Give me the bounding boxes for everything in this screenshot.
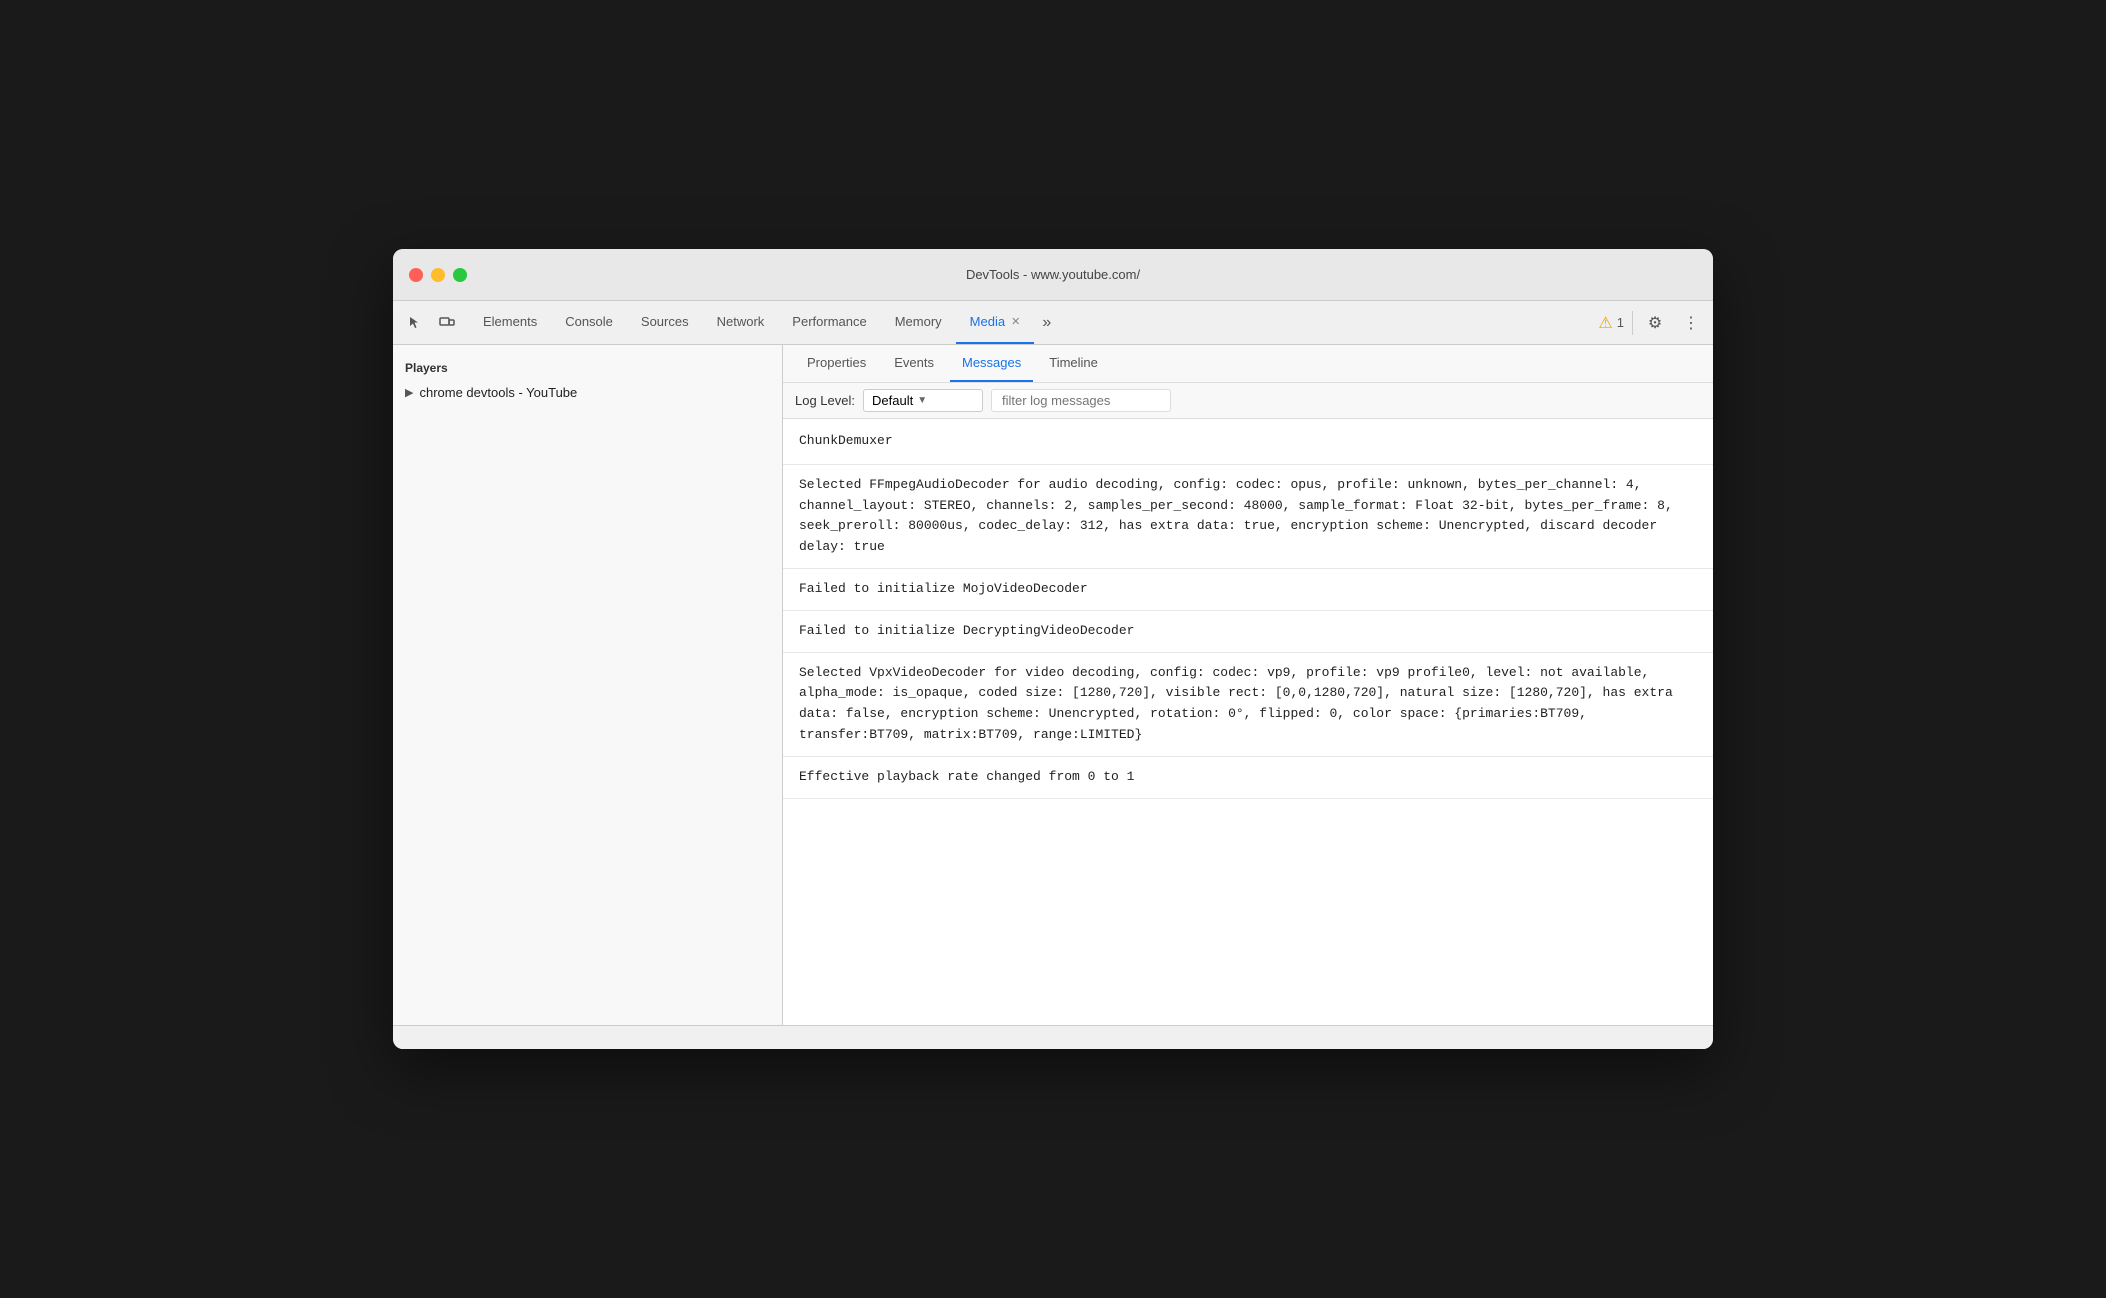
separator bbox=[1632, 311, 1633, 335]
tab-overflow-button[interactable]: » bbox=[1034, 314, 1059, 332]
message-row: Selected FFmpegAudioDecoder for audio de… bbox=[783, 465, 1713, 569]
device-toggle-icon[interactable] bbox=[433, 309, 461, 337]
minimize-button[interactable] bbox=[431, 268, 445, 282]
sub-tab-messages[interactable]: Messages bbox=[950, 345, 1033, 382]
log-level-select[interactable]: Default ▼ bbox=[863, 389, 983, 412]
sidebar: Players ▶ chrome devtools - YouTube bbox=[393, 345, 783, 1025]
filter-input[interactable] bbox=[991, 389, 1171, 412]
message-row: Failed to initialize DecryptingVideoDeco… bbox=[783, 611, 1713, 653]
tab-performance[interactable]: Performance bbox=[778, 301, 880, 344]
sub-tab-properties[interactable]: Properties bbox=[795, 345, 878, 382]
message-row: Selected VpxVideoDecoder for video decod… bbox=[783, 653, 1713, 757]
log-level-value: Default bbox=[872, 393, 913, 408]
message-row: ChunkDemuxer bbox=[783, 419, 1713, 465]
title-bar: DevTools - www.youtube.com/ bbox=[393, 249, 1713, 301]
main-content: Players ▶ chrome devtools - YouTube Prop… bbox=[393, 345, 1713, 1025]
sub-tab-bar: Properties Events Messages Timeline bbox=[783, 345, 1713, 383]
toolbar-right: ⚠ 1 ⚙ ⋮ bbox=[1598, 309, 1705, 337]
message-row: Effective playback rate changed from 0 t… bbox=[783, 757, 1713, 799]
traffic-lights bbox=[409, 268, 467, 282]
settings-button[interactable]: ⚙ bbox=[1641, 309, 1669, 337]
sidebar-arrow-icon: ▶ bbox=[405, 386, 413, 399]
dropdown-arrow-icon: ▼ bbox=[917, 395, 927, 406]
tab-icons bbox=[401, 309, 461, 337]
messages-list: ChunkDemuxer Selected FFmpegAudioDecoder… bbox=[783, 419, 1713, 1025]
more-button[interactable]: ⋮ bbox=[1677, 309, 1705, 337]
tab-network[interactable]: Network bbox=[703, 301, 779, 344]
tab-memory[interactable]: Memory bbox=[881, 301, 956, 344]
status-bar bbox=[393, 1025, 1713, 1049]
maximize-button[interactable] bbox=[453, 268, 467, 282]
sidebar-title: Players bbox=[393, 353, 782, 379]
devtools-window: DevTools - www.youtube.com/ Elements Con… bbox=[393, 249, 1713, 1049]
log-level-label: Log Level: bbox=[795, 393, 855, 408]
close-button[interactable] bbox=[409, 268, 423, 282]
sub-tab-events[interactable]: Events bbox=[882, 345, 946, 382]
warning-icon: ⚠ bbox=[1598, 313, 1612, 333]
cursor-icon[interactable] bbox=[401, 309, 429, 337]
window-title: DevTools - www.youtube.com/ bbox=[966, 267, 1140, 282]
tab-media[interactable]: Media ✕ bbox=[956, 301, 1035, 344]
content-panel: Properties Events Messages Timeline Log … bbox=[783, 345, 1713, 1025]
sidebar-item-label: chrome devtools - YouTube bbox=[419, 385, 577, 400]
tab-sources[interactable]: Sources bbox=[627, 301, 703, 344]
message-row: Failed to initialize MojoVideoDecoder bbox=[783, 569, 1713, 611]
devtools-tab-bar: Elements Console Sources Network Perform… bbox=[393, 301, 1713, 345]
tab-media-close[interactable]: ✕ bbox=[1011, 315, 1020, 328]
main-tab-list: Elements Console Sources Network Perform… bbox=[469, 301, 1598, 344]
sidebar-item-player[interactable]: ▶ chrome devtools - YouTube bbox=[393, 379, 782, 406]
sub-tab-timeline[interactable]: Timeline bbox=[1037, 345, 1110, 382]
tab-elements[interactable]: Elements bbox=[469, 301, 551, 344]
warning-badge[interactable]: ⚠ 1 bbox=[1598, 313, 1624, 333]
log-toolbar: Log Level: Default ▼ bbox=[783, 383, 1713, 419]
tab-console[interactable]: Console bbox=[551, 301, 627, 344]
